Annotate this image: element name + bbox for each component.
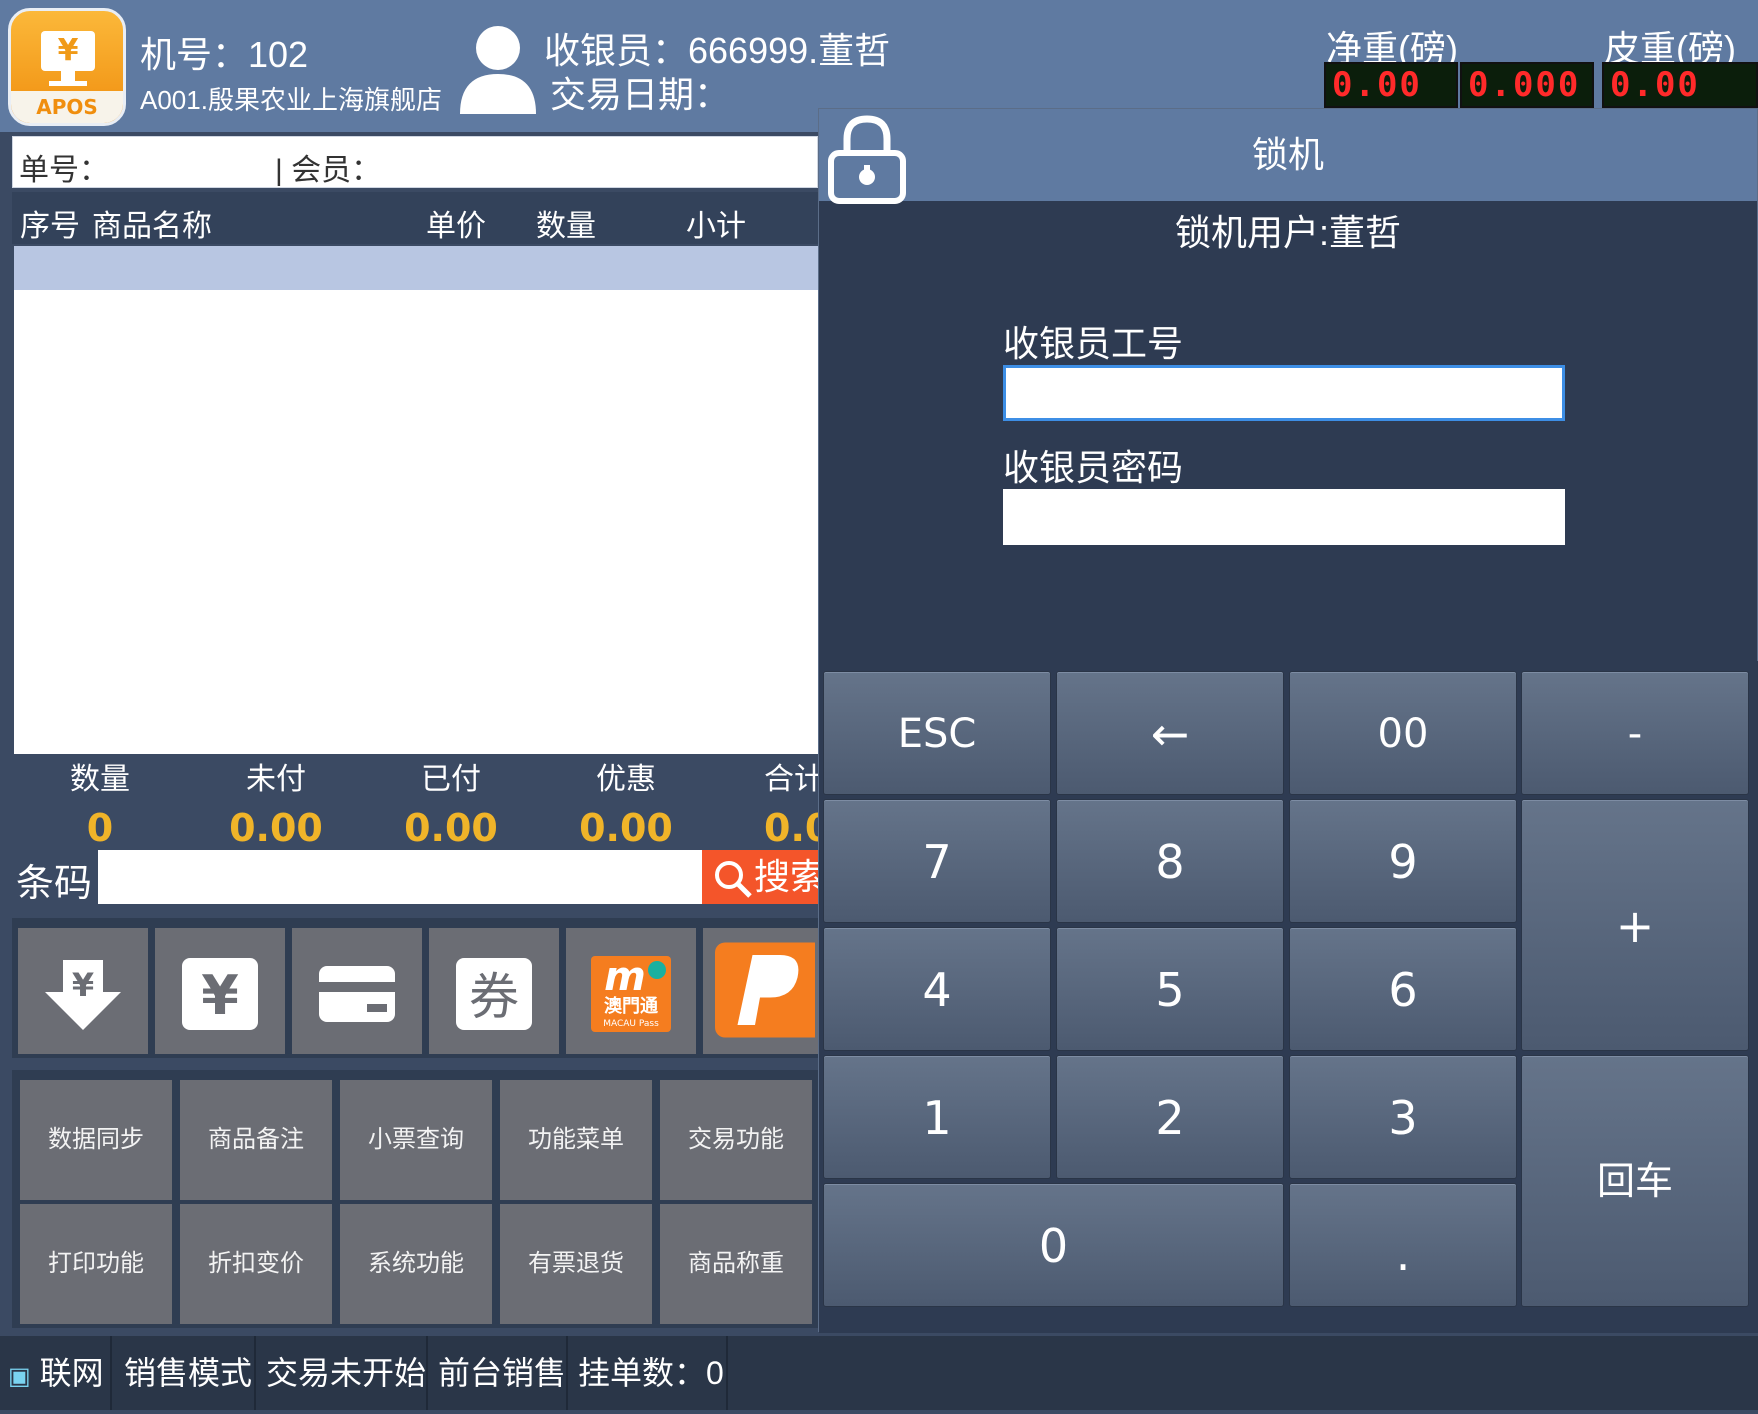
search-button[interactable]: 搜索 — [702, 850, 832, 904]
item-table-header: 序号 商品名称 单价 数量 小计 — [12, 192, 818, 244]
func-print-button[interactable]: 打印功能 — [20, 1204, 172, 1324]
key-2[interactable]: 2 — [1056, 1055, 1284, 1179]
lock-dialog: 锁机 锁机用户:董哲 收银员工号 收银员密码 ESC ← 00 - 7 8 9 … — [818, 108, 1758, 1333]
func-receipt-query-button[interactable]: 小票查询 — [340, 1080, 492, 1200]
svg-text:m: m — [604, 956, 646, 1000]
func-weigh-button[interactable]: 商品称重 — [660, 1204, 812, 1324]
search-icon — [715, 861, 752, 899]
led-tare-weight: 0.00 — [1602, 62, 1758, 108]
total-discount: 优惠 0.00 — [579, 763, 673, 850]
led-net-weight-b: 0.000 — [1460, 62, 1594, 108]
pay-download-button[interactable]: ¥ — [18, 928, 148, 1054]
yen-icon: ¥ — [41, 31, 95, 71]
func-trade-button[interactable]: 交易功能 — [660, 1080, 812, 1200]
member-label[interactable]: | 会员： — [275, 145, 381, 189]
totals-bar: 数量 0 未付 0.00 已付 0.00 优惠 0.00 合计 0.00 — [12, 756, 818, 856]
func-menu-button[interactable]: 功能菜单 — [500, 1080, 652, 1200]
total-qty: 数量 0 — [70, 763, 130, 850]
func-data-sync-button[interactable]: 数据同步 — [20, 1080, 172, 1200]
svg-text:¥: ¥ — [72, 966, 94, 1004]
status-bar: ▣ 联网 销售模式 交易未开始 前台销售 挂单数：0 — [0, 1336, 1758, 1410]
network-icon: ▣ — [8, 1363, 31, 1390]
status-sale-type: 前台销售 — [430, 1336, 568, 1410]
pay-card-button[interactable] — [292, 928, 422, 1054]
col-subtotal: 小计 — [686, 210, 746, 243]
key-dot[interactable]: . — [1289, 1183, 1517, 1307]
col-price: 单价 — [426, 210, 486, 243]
machine-number: 机号：102 — [140, 34, 309, 75]
status-mode: 销售模式 — [116, 1336, 256, 1410]
svg-text:券: 券 — [469, 968, 519, 1026]
key-1[interactable]: 1 — [823, 1055, 1051, 1179]
trade-date: 交易日期： — [550, 74, 731, 115]
logo-text: APOS — [11, 91, 123, 123]
apos-logo: ¥ APOS — [8, 8, 126, 126]
user-avatar-icon — [460, 26, 536, 114]
numeric-keypad: ESC ← 00 - 7 8 9 + 4 5 6 1 2 3 回车 0 . — [819, 661, 1758, 1333]
led-net-weight-a: 0.00 — [1324, 62, 1458, 108]
dialog-title-bar: 锁机 — [819, 109, 1757, 204]
payment-methods-bar: ¥ ¥ 券 m 澳門通 MACAU Pass — [12, 918, 818, 1058]
key-plus[interactable]: + — [1521, 799, 1749, 1051]
order-number-label: 单号： — [19, 154, 109, 187]
key-5[interactable]: 5 — [1056, 927, 1284, 1051]
cashier-password-label: 收银员密码 — [1003, 447, 1184, 488]
col-qty: 数量 — [536, 210, 596, 243]
coupon-icon: 券 — [456, 958, 532, 1030]
cashier-id-label: 收银员工号 — [1003, 323, 1184, 364]
key-6[interactable]: 6 — [1289, 927, 1517, 1051]
card-icon — [319, 966, 395, 1022]
svg-text:澳門通: 澳門通 — [604, 995, 658, 1017]
key-minus[interactable]: - — [1521, 671, 1749, 795]
lock-user-line: 锁机用户:董哲 — [1174, 212, 1401, 253]
download-yen-icon: ¥ — [45, 960, 121, 1030]
key-enter[interactable]: 回车 — [1521, 1055, 1749, 1307]
key-7[interactable]: 7 — [823, 799, 1051, 923]
dialog-title: 锁机 — [1251, 134, 1324, 175]
svg-text:MACAU Pass: MACAU Pass — [603, 1019, 659, 1029]
pay-cash-button[interactable]: ¥ — [155, 928, 285, 1054]
cashier-password-input[interactable] — [1003, 489, 1565, 545]
func-refund-button[interactable]: 有票退货 — [500, 1204, 652, 1324]
macau-pass-icon: m 澳門通 MACAU Pass — [591, 956, 671, 1032]
func-discount-button[interactable]: 折扣变价 — [180, 1204, 332, 1324]
col-seq: 序号 — [20, 210, 80, 243]
func-system-button[interactable]: 系统功能 — [340, 1204, 492, 1324]
status-held-orders: 挂单数：0 — [570, 1336, 728, 1410]
store-name: A001.殷果农业上海旗舰店 — [140, 85, 442, 115]
barcode-row: 条码 搜索 — [12, 850, 832, 905]
total-sum: 合计 0.00 — [764, 763, 818, 850]
key-esc[interactable]: ESC — [823, 671, 1051, 795]
pay-coupon-button[interactable]: 券 — [429, 928, 559, 1054]
key-8[interactable]: 8 — [1056, 799, 1284, 923]
total-unpaid: 未付 0.00 — [229, 763, 323, 850]
pay-orange-button[interactable] — [703, 928, 818, 1054]
key-3[interactable]: 3 — [1289, 1055, 1517, 1179]
pay-macau-pass-button[interactable]: m 澳門通 MACAU Pass — [566, 928, 696, 1054]
key-9[interactable]: 9 — [1289, 799, 1517, 923]
svg-text:¥: ¥ — [201, 964, 239, 1027]
status-trade-state: 交易未开始 — [258, 1336, 428, 1410]
barcode-input[interactable] — [98, 850, 702, 904]
key-0[interactable]: 0 — [823, 1183, 1284, 1307]
col-name: 商品名称 — [92, 210, 212, 243]
order-info-bar: 单号： | 会员： — [12, 136, 818, 188]
barcode-label: 条码 — [16, 863, 93, 905]
yen-icon: ¥ — [182, 958, 258, 1030]
key-backspace[interactable]: ← — [1056, 671, 1284, 795]
key-double-zero[interactable]: 00 — [1289, 671, 1517, 795]
cashier-id-input[interactable] — [1003, 365, 1565, 421]
key-4[interactable]: 4 — [823, 927, 1051, 1051]
orange-p-icon — [715, 942, 815, 1038]
item-table-body[interactable] — [14, 246, 818, 754]
table-row-selected[interactable] — [14, 246, 818, 290]
status-network: ▣ 联网 — [0, 1336, 112, 1410]
total-paid: 已付 0.00 — [404, 763, 498, 850]
func-item-note-button[interactable]: 商品备注 — [180, 1080, 332, 1200]
